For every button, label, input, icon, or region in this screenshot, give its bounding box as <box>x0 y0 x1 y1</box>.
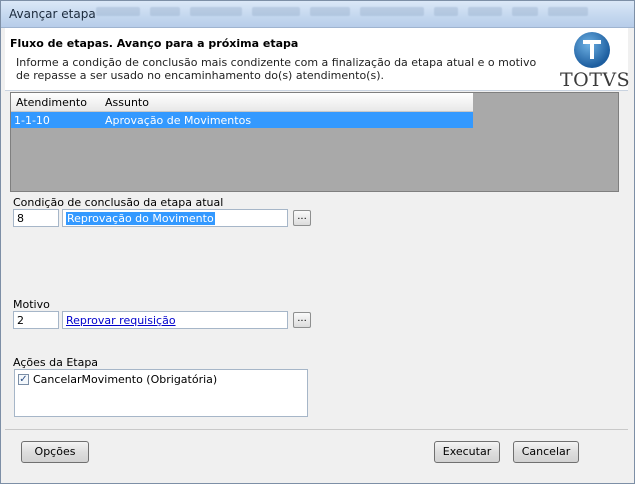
column-header-assunto[interactable]: Assunto <box>105 96 149 109</box>
motivo-code-field[interactable]: 2 <box>13 311 59 329</box>
header-title: Fluxo de etapas. Avanço para a próxima e… <box>10 37 299 50</box>
condicao-description-field[interactable]: Reprovação do Movimento <box>62 209 288 227</box>
condicao-label: Condição de conclusão da etapa atual <box>13 196 224 209</box>
acoes-label: Ações da Etapa <box>13 356 99 369</box>
condicao-code-field[interactable]: 8 <box>13 209 59 227</box>
motivo-label: Motivo <box>13 298 50 311</box>
title-bar[interactable]: Avançar etapa <box>1 1 634 28</box>
dialog-window: Avançar etapa Fluxo de etapas. Avanço pa… <box>0 0 635 484</box>
options-button[interactable]: Opções <box>21 441 89 463</box>
column-header-atendimento[interactable]: Atendimento <box>16 96 87 109</box>
cancelar-movimento-label: CancelarMovimento (Obrigatória) <box>33 373 218 386</box>
header-description: Informe a condição de conclusão mais con… <box>16 56 537 82</box>
window-title: Avançar etapa <box>9 7 96 21</box>
cell-assunto: Aprovação de Movimentos <box>105 114 252 127</box>
totvs-logo-icon <box>574 32 610 68</box>
execute-button[interactable]: Executar <box>434 441 500 463</box>
atendimentos-grid[interactable]: Atendimento Assunto 1-1-10 Aprovação de … <box>10 92 619 192</box>
motivo-link[interactable]: Reprovar requisição <box>66 314 176 327</box>
table-row[interactable]: 1-1-10 Aprovação de Movimentos <box>11 112 473 128</box>
motivo-lookup-button[interactable]: ... <box>293 312 311 328</box>
acoes-list[interactable]: ✓ CancelarMovimento (Obrigatória) <box>14 369 308 417</box>
condicao-description-text: Reprovação do Movimento <box>66 212 215 225</box>
background-tabs <box>96 7 588 16</box>
cancelar-movimento-checkbox[interactable]: ✓ <box>18 374 29 385</box>
cell-atendimento: 1-1-10 <box>14 114 50 127</box>
totvs-logo-text: TOTVS <box>560 69 631 91</box>
dialog-header: Fluxo de etapas. Avanço para a próxima e… <box>5 28 630 91</box>
grid-header: Atendimento Assunto <box>11 93 473 112</box>
dialog-footer: Opções Executar Cancelar <box>5 430 628 474</box>
motivo-description-field[interactable]: Reprovar requisição <box>62 311 288 329</box>
condicao-lookup-button[interactable]: ... <box>293 210 311 226</box>
cancel-button[interactable]: Cancelar <box>513 441 579 463</box>
totvs-logo: TOTVS <box>560 32 630 91</box>
